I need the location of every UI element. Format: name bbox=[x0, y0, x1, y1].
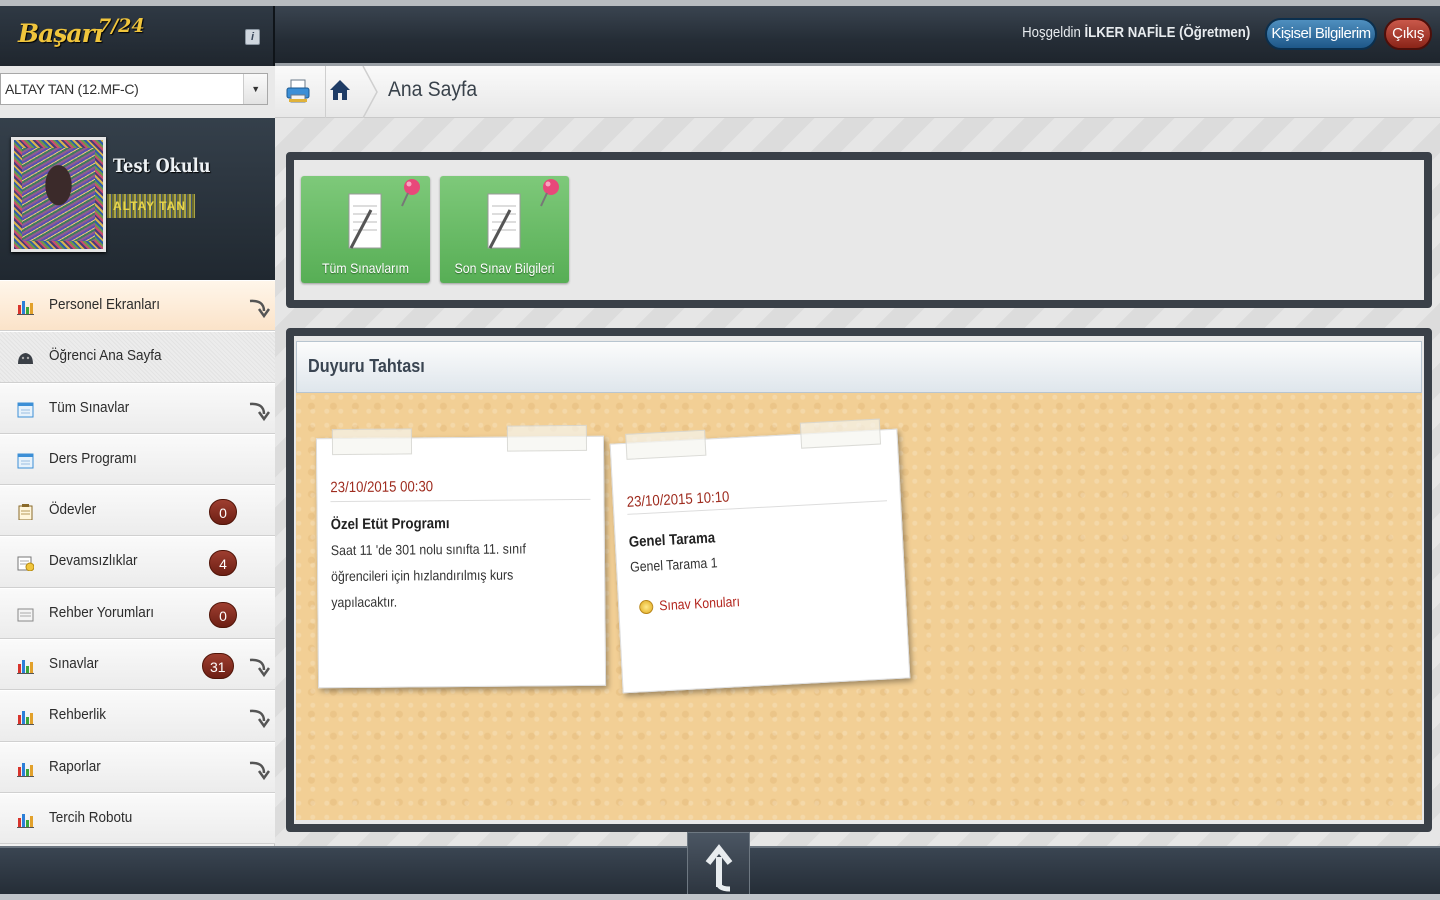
sidebar-item-personel-ekranlari[interactable]: Personel Ekranları bbox=[0, 280, 275, 332]
logo-superscript: 7/24 bbox=[98, 15, 145, 37]
comment-icon bbox=[17, 608, 34, 622]
logo-text: Başarı bbox=[18, 19, 103, 48]
tape bbox=[625, 429, 707, 460]
pin-icon bbox=[401, 179, 420, 207]
notepad-icon bbox=[487, 193, 521, 249]
student-select[interactable]: ALTAY TAN (12.MF-C) ▼ bbox=[0, 73, 268, 105]
sidebar-item-label: Rehberlik bbox=[49, 706, 107, 724]
sidebar-item-label: Ödevler bbox=[49, 501, 97, 519]
profile-button[interactable]: Kişisel Bilgilerim bbox=[1265, 18, 1377, 50]
bar-chart-icon bbox=[17, 813, 34, 828]
breadcrumb-separator bbox=[362, 66, 378, 118]
sidebar-item-label: Tercih Robotu bbox=[49, 808, 133, 826]
tape bbox=[506, 424, 588, 452]
student-select-value: ALTAY TAN (12.MF-C) bbox=[5, 81, 139, 97]
bar-chart-icon bbox=[17, 711, 34, 726]
bar-chart-icon bbox=[17, 762, 34, 777]
calendar-icon bbox=[17, 402, 34, 418]
tape bbox=[331, 428, 413, 456]
sidebar-item-tum-sinavlar[interactable]: Tüm Sınavlar bbox=[0, 382, 275, 434]
sidebar-item-rehberlik[interactable]: Rehberlik bbox=[0, 690, 275, 742]
welcome-user: İLKER NAFİLE (Öğretmen) bbox=[1084, 24, 1250, 41]
note-body: Saat 11 'de 301 nolu sınıfta 11. sınıf ö… bbox=[331, 535, 596, 615]
sidebar-item-sinavlar[interactable]: Sınavlar 31 bbox=[0, 639, 275, 691]
attendance-icon bbox=[17, 556, 34, 572]
sidebar-item-label: Rehber Yorumları bbox=[49, 603, 155, 621]
sidebar-item-ders-programi[interactable]: Ders Programı bbox=[0, 433, 275, 486]
sidebar-item-label: Ders Programı bbox=[49, 449, 137, 467]
avatar bbox=[22, 148, 95, 241]
expand-arrow-icon[interactable] bbox=[246, 706, 270, 730]
tape bbox=[799, 418, 882, 449]
sidebar-item-label: Öğrenci Ana Sayfa bbox=[49, 347, 162, 365]
arrow-up-icon bbox=[705, 844, 733, 892]
welcome-text: Hoşgeldin İLKER NAFİLE (Öğretmen) bbox=[1022, 24, 1250, 41]
count-badge: 0 bbox=[209, 601, 237, 628]
status-bar bbox=[0, 894, 1440, 900]
breadcrumb-divider bbox=[325, 66, 326, 118]
welcome-prefix: Hoşgeldin bbox=[1021, 24, 1081, 41]
announcement-note[interactable]: 23/10/2015 00:30 Özel Etüt Programı Saat… bbox=[315, 424, 607, 689]
board-title: Duyuru Tahtası bbox=[308, 356, 425, 376]
exam-topics-link[interactable]: Sınav Konuları bbox=[659, 593, 741, 613]
home-icon[interactable] bbox=[329, 78, 351, 102]
sidebar-item-devamsizliklar[interactable]: Devamsızlıklar 4 bbox=[0, 536, 275, 588]
clipboard-icon bbox=[18, 504, 33, 521]
expand-arrow-icon[interactable] bbox=[246, 296, 270, 320]
note-body-line: öğrencileri için hızlandırılmış kurs bbox=[331, 566, 514, 585]
note-date: 23/10/2015 10:10 bbox=[626, 488, 730, 511]
sidebar-item-label: Devamsızlıklar bbox=[49, 552, 138, 570]
printer-icon[interactable] bbox=[285, 78, 311, 104]
tile-label: Son Sınav Bilgileri bbox=[454, 260, 555, 276]
student-name: ALTAY TAN bbox=[107, 194, 195, 218]
count-badge: 31 bbox=[202, 653, 234, 680]
expand-arrow-icon[interactable] bbox=[246, 655, 270, 679]
logo-area: Başarı 7/24 i bbox=[0, 6, 275, 66]
note-title: Özel Etüt Programı bbox=[330, 515, 450, 534]
chevron-down-icon[interactable]: ▼ bbox=[243, 74, 267, 104]
notepad-icon bbox=[348, 193, 382, 249]
student-photo bbox=[11, 137, 106, 252]
board-header: Duyuru Tahtası bbox=[296, 341, 1422, 393]
page-title: Ana Sayfa bbox=[388, 78, 478, 101]
info-icon[interactable]: i bbox=[245, 29, 260, 45]
expand-arrow-icon[interactable] bbox=[246, 399, 270, 423]
note-body-line: Saat 11 'de 301 nolu sınıfta 11. sınıf bbox=[330, 540, 527, 559]
pin-icon bbox=[540, 179, 559, 207]
student-icon bbox=[18, 353, 33, 365]
sidebar-item-label: Personel Ekranları bbox=[49, 296, 161, 313]
sidebar-item-raporlar[interactable]: Raporlar bbox=[0, 741, 275, 793]
sidebar: Personel Ekranları Öğrenci Ana Sayfa Tüm… bbox=[0, 280, 275, 846]
tile-label: Tüm Sınavlarım bbox=[322, 260, 409, 276]
calendar-icon bbox=[17, 453, 34, 469]
note-title: Genel Tarama bbox=[628, 529, 716, 551]
tile-son-sinav-bilgileri[interactable]: Son Sınav Bilgileri bbox=[440, 176, 569, 283]
bar-chart-icon bbox=[17, 301, 34, 315]
sidebar-item-label: Tüm Sınavlar bbox=[49, 398, 130, 416]
sidebar-item-rehber-yorumlari[interactable]: Rehber Yorumları 0 bbox=[0, 587, 275, 640]
logout-button[interactable]: Çıkış bbox=[1384, 18, 1432, 50]
sidebar-item-odevler[interactable]: Ödevler 0 bbox=[0, 485, 275, 537]
sidebar-item-label: Sınavlar bbox=[49, 655, 99, 673]
note-date: 23/10/2015 00:30 bbox=[330, 478, 434, 497]
tile-tum-sinavlarim[interactable]: Tüm Sınavlarım bbox=[301, 176, 430, 283]
expand-arrow-icon[interactable] bbox=[246, 758, 270, 782]
announcement-note[interactable]: 23/10/2015 10:10 Genel Tarama Genel Tara… bbox=[609, 418, 911, 694]
bar-chart-icon bbox=[17, 660, 34, 675]
app-window: Başarı 7/24 i Hoşgeldin İLKER NAFİLE (Öğ… bbox=[0, 0, 1440, 900]
sidebar-item-ogrenci-ana-sayfa[interactable]: Öğrenci Ana Sayfa bbox=[0, 331, 275, 383]
school-name: Test Okulu bbox=[113, 155, 211, 177]
sidebar-item-label: Raporlar bbox=[49, 757, 101, 775]
count-badge: 4 bbox=[209, 550, 237, 577]
count-badge: 0 bbox=[209, 499, 237, 526]
scroll-top-button[interactable] bbox=[687, 832, 750, 900]
note-divider bbox=[330, 498, 591, 503]
note-body-line: yapılacaktır. bbox=[331, 593, 398, 611]
sidebar-item-tercih-robotu[interactable]: Tercih Robotu bbox=[0, 792, 275, 845]
breadcrumb: Ana Sayfa bbox=[275, 66, 1440, 118]
lightbulb-icon bbox=[638, 599, 654, 615]
